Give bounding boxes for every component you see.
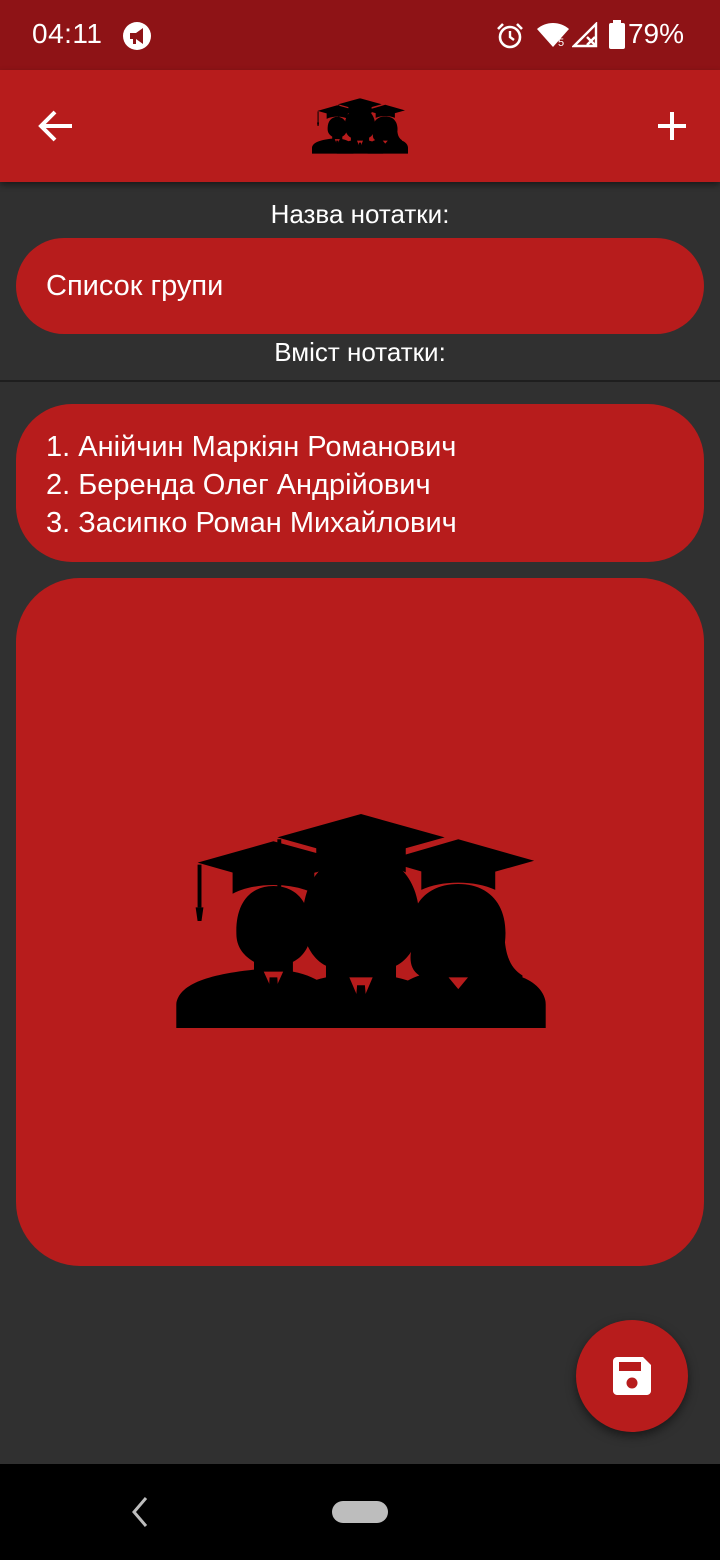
- save-button[interactable]: [576, 1320, 688, 1432]
- nav-back-icon[interactable]: [126, 1494, 154, 1530]
- graduates-icon: [170, 814, 552, 1028]
- note-image[interactable]: [16, 578, 704, 1266]
- status-time: 04:11: [32, 18, 103, 49]
- battery-percent: 79%: [627, 18, 684, 49]
- note-title-input[interactable]: [16, 238, 704, 334]
- arrow-left-icon[interactable]: [38, 108, 74, 144]
- app-bar: [0, 70, 720, 182]
- alarm-icon: [497, 23, 523, 49]
- nav-home-pill[interactable]: [332, 1501, 388, 1523]
- status-bar: 04:11 5 79%: [0, 0, 720, 70]
- content-line: 1. Анійчин Маркіян Романович: [46, 431, 457, 463]
- signal-icon: [572, 22, 598, 48]
- content-line: 3. Засипко Роман Михайлович: [46, 507, 457, 539]
- content-line: 2. Беренда Олег Андрійович: [46, 469, 431, 501]
- plus-icon[interactable]: [656, 110, 688, 142]
- wifi-icon: 5: [537, 23, 569, 48]
- note-content-input[interactable]: 1. Анійчин Маркіян Романович 2. Беренда …: [16, 404, 704, 562]
- content-label: Вміст нотатки:: [274, 337, 446, 367]
- divider: [0, 380, 720, 382]
- svg-text:5: 5: [558, 37, 564, 48]
- battery-icon: [609, 20, 625, 49]
- save-icon: [613, 1357, 651, 1395]
- title-label: Назва нотатки:: [270, 199, 450, 229]
- app-logo-graduates-icon: [312, 98, 408, 154]
- megaphone-icon: [123, 22, 151, 50]
